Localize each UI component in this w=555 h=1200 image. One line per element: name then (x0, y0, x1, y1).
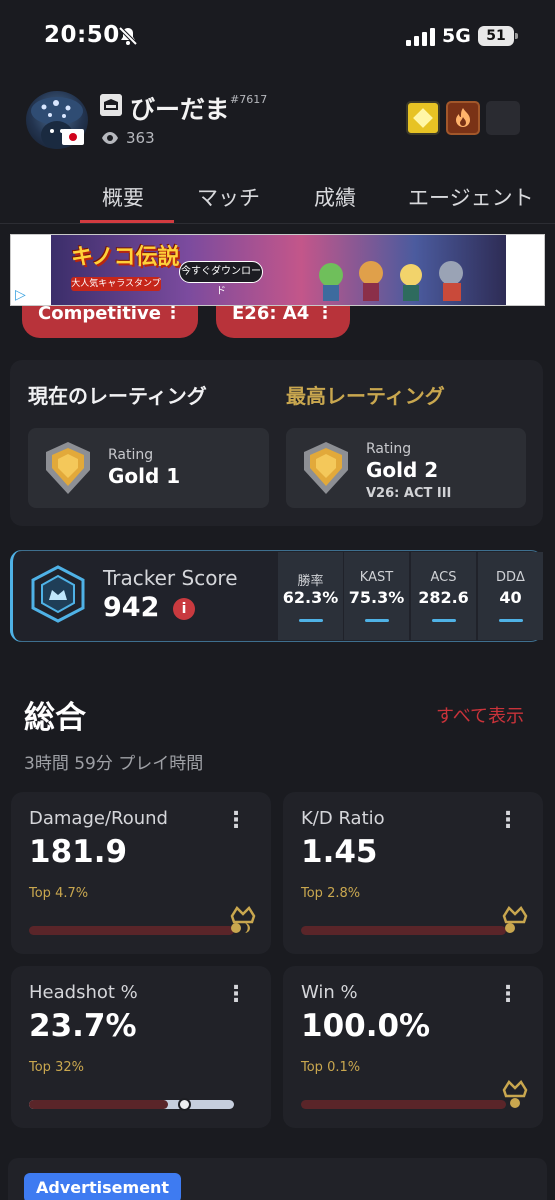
percentile-bar (29, 926, 234, 935)
network-type: 5G (442, 25, 471, 47)
percentile-marker (177, 1098, 191, 1111)
tab-agents[interactable]: エージェント (408, 182, 534, 212)
stat-percentile: Top 2.8% (301, 886, 361, 901)
playtime-text: 3時間 59分 プレイ時間 (24, 754, 204, 774)
peak-rank-box[interactable]: Rating Gold 2 V26: ACT III (286, 428, 526, 508)
battery-level: 51 (486, 28, 506, 44)
riot-icon (100, 94, 122, 116)
tab-matches[interactable]: マッチ (197, 182, 260, 212)
banner-characters-image (319, 261, 463, 301)
current-rank-value: Gold 1 (108, 464, 181, 488)
signal-icon (406, 28, 435, 46)
percentile-bar (29, 1098, 234, 1111)
nav-tabs: 概要 マッチ 成績 エージェント (0, 176, 555, 224)
japan-flag-icon (62, 129, 84, 145)
peak-rating-heading: 最高レーティング (286, 384, 445, 408)
view-count: 363 (126, 129, 155, 147)
tracker-stat-dd-delta[interactable]: DDΔ 40 (478, 552, 543, 640)
bell-muted-icon (118, 26, 138, 46)
tracker-stat-value: 75.3% (348, 588, 405, 607)
fire-badge-icon[interactable] (446, 101, 480, 135)
more-icon[interactable]: ⋮ (497, 810, 519, 832)
tracker-stat-bar (432, 619, 456, 622)
view-all-link[interactable]: すべて表示 (436, 702, 524, 728)
tracker-stat-label: ACS (430, 570, 457, 585)
overview-title: 総合 (24, 700, 86, 736)
tracker-score-icon (31, 565, 85, 623)
empty-badge-slot (486, 101, 520, 135)
current-rating-heading: 現在のレーティング (28, 384, 207, 408)
banner-ad-subtitle: 大人気キャラスタンプ (71, 277, 161, 291)
tab-divider (0, 223, 555, 224)
crown-icon (502, 906, 528, 933)
tracker-stat-winrate[interactable]: 勝率 62.3% (278, 552, 343, 640)
stat-percentile: Top 0.1% (301, 1060, 361, 1075)
eye-icon (102, 132, 118, 144)
tracker-stat-bar (499, 619, 523, 622)
stat-value: 100.0% (301, 1008, 431, 1044)
more-icon[interactable]: ⋮ (225, 984, 247, 1006)
tracker-stat-value: 40 (499, 588, 522, 607)
status-time: 20:50 (44, 22, 120, 48)
stat-value: 181.9 (29, 834, 128, 870)
mode-filter-label: Competitive (38, 303, 161, 324)
stat-name: Win % (301, 982, 358, 1003)
tab-overview[interactable]: 概要 (102, 182, 144, 212)
banner-ad-image[interactable]: キノコ伝説 大人気キャラスタンプ 今すぐダウンロード (51, 235, 506, 305)
stat-name: K/D Ratio (301, 808, 385, 829)
percentile-bar (301, 926, 506, 935)
peak-rank-value: Gold 2 (366, 458, 439, 482)
crown-icon (230, 906, 256, 933)
adchoices-icon[interactable]: ▷ (15, 287, 26, 303)
stat-percentile: Top 4.7% (29, 886, 89, 901)
gold-rank-icon (46, 442, 90, 494)
more-icon[interactable]: ⋮ (225, 810, 247, 832)
tracker-stat-label: DDΔ (496, 570, 525, 585)
player-name: びーだま (130, 95, 230, 124)
current-rank-box[interactable]: Rating Gold 1 (28, 428, 269, 508)
tracker-score-value: 942 (103, 592, 160, 623)
tracker-stat-kast[interactable]: KAST 75.3% (344, 552, 409, 640)
advertisement-label: Advertisement (24, 1173, 182, 1200)
peak-rank-label: Rating (366, 441, 412, 457)
percentile-bar (301, 1100, 506, 1109)
tracker-stat-value: 282.6 (418, 588, 469, 607)
stat-card-damage-round[interactable]: Damage/Round 181.9 ⋮ Top 4.7% (11, 792, 271, 954)
battery-icon: 51 (478, 26, 518, 46)
diamond-badge-icon[interactable] (406, 101, 440, 135)
crown-icon (502, 1080, 528, 1108)
act-filter-label: E26: A4 (232, 303, 310, 324)
more-icon[interactable]: ⋮ (497, 984, 519, 1006)
tracker-score-label: Tracker Score (103, 566, 238, 590)
stat-percentile: Top 32% (29, 1060, 84, 1075)
player-tag: #7617 (230, 93, 268, 106)
stat-name: Headshot % (29, 982, 138, 1003)
tracker-stat-label: 勝率 (297, 574, 324, 589)
info-icon[interactable]: i (173, 598, 195, 620)
stat-card-kd-ratio[interactable]: K/D Ratio 1.45 ⋮ Top 2.8% (283, 792, 543, 954)
tracker-stat-bar (299, 619, 323, 622)
stat-name: Damage/Round (29, 808, 168, 829)
tracker-stat-label: KAST (359, 570, 394, 585)
peak-rank-season: V26: ACT III (366, 486, 452, 501)
percentile-fill (29, 1100, 169, 1109)
tracker-stat-bar (365, 619, 389, 622)
gold-rank-icon (304, 442, 348, 494)
banner-ad[interactable]: キノコ伝説 大人気キャラスタンプ 今すぐダウンロード ▷ (10, 234, 545, 306)
stat-value: 1.45 (301, 834, 378, 870)
stat-card-win-percent[interactable]: Win % 100.0% ⋮ Top 0.1% (283, 966, 543, 1128)
banner-ad-download-button[interactable]: 今すぐダウンロード (179, 261, 263, 297)
tracker-stat-value: 62.3% (282, 588, 339, 607)
current-rank-label: Rating (108, 447, 154, 463)
tracker-stat-acs[interactable]: ACS 282.6 (411, 552, 476, 640)
banner-ad-title: キノコ伝説 (71, 245, 180, 270)
stat-value: 23.7% (29, 1008, 137, 1044)
stat-card-headshot[interactable]: Headshot % 23.7% ⋮ Top 32% (11, 966, 271, 1128)
tab-stats[interactable]: 成績 (314, 182, 356, 212)
